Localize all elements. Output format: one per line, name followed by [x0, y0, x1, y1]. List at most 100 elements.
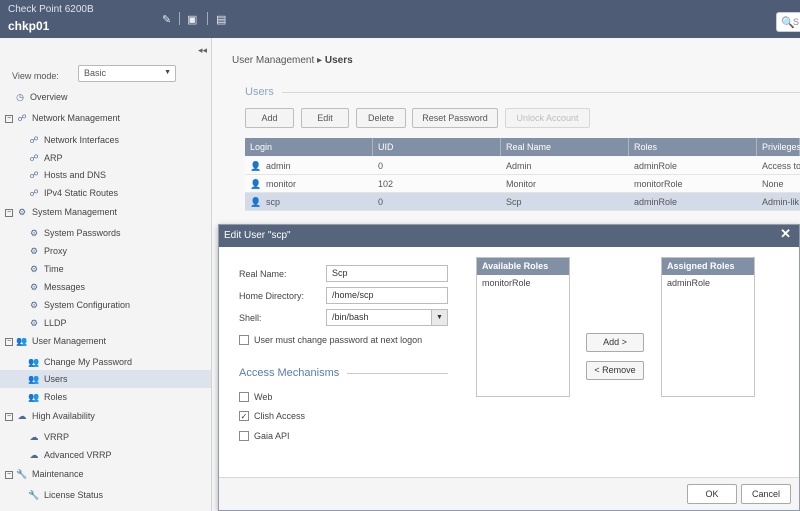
add-role-button[interactable]: Add > [586, 333, 644, 352]
home-directory-field[interactable]: /home/scp [326, 287, 448, 304]
document-icon[interactable]: ▤ [216, 13, 226, 26]
sidebar-item-system-management[interactable]: − ⚙ System Management [5, 203, 117, 221]
user-icon: 👤 [250, 179, 262, 189]
sidebar-item-label: System Passwords [44, 228, 121, 238]
sidebar-item-ipv4-static-routes[interactable]: ☍ IPv4 Static Routes [28, 184, 118, 202]
shell-label: Shell: [239, 313, 262, 323]
sidebar-item-label: High Availability [32, 411, 95, 421]
assigned-roles-list: Assigned Roles adminRole [661, 257, 755, 397]
sidebar-item-user-management[interactable]: − 👥 User Management [5, 332, 106, 350]
clish-access-checkbox[interactable]: ✓ [239, 411, 249, 421]
sidebar-item-overview[interactable]: ◷ Overview [14, 88, 67, 106]
network-icon: ☍ [17, 113, 27, 123]
dialog-title: Edit User "scp" [219, 225, 799, 247]
table-row[interactable]: 👤 monitor 102 Monitor monitorRole None [245, 175, 800, 193]
terminal-icon[interactable]: ▣ [187, 13, 197, 26]
column-header-real-name[interactable]: Real Name [501, 138, 629, 156]
cell-roles: adminRole [634, 161, 678, 171]
cloud-icon: ☁ [17, 411, 27, 421]
search-input[interactable]: 🔍 S [776, 12, 800, 32]
close-icon[interactable]: ✕ [780, 226, 791, 242]
wrench-icon[interactable]: ✎ [162, 13, 171, 26]
column-header-uid[interactable]: UID [373, 138, 501, 156]
host-name: chkp01 [8, 19, 50, 33]
add-user-button[interactable]: Add [245, 108, 294, 128]
sidebar-item-roles[interactable]: 👥 Roles [28, 388, 67, 406]
column-header-privileges[interactable]: Privileges [757, 138, 800, 156]
cell-roles: adminRole [634, 197, 678, 207]
gear-icon: ⚙ [29, 228, 39, 238]
network-icon: ☍ [29, 170, 39, 180]
real-name-field[interactable]: Scp [326, 265, 448, 282]
sidebar-item-label: Network Management [32, 113, 121, 123]
list-item[interactable]: adminRole [662, 275, 754, 292]
must-change-password-checkbox[interactable] [239, 335, 249, 345]
sidebar-item-messages[interactable]: ⚙ Messages [28, 278, 85, 296]
sidebar-item-label: ARP [44, 153, 63, 163]
cell-login: 👤 admin [245, 157, 373, 175]
users-icon: 👥 [28, 357, 40, 367]
sidebar-item-hosts-dns[interactable]: ☍ Hosts and DNS [28, 166, 106, 184]
clish-access-label: Clish Access [254, 411, 306, 421]
breadcrumb-parent[interactable]: User Management [232, 55, 314, 66]
collapse-sidebar-icon[interactable]: ◂◂ [198, 45, 207, 56]
sidebar-item-high-availability[interactable]: − ☁ High Availability [5, 407, 95, 425]
cell-privileges: Access to [762, 161, 800, 171]
sidebar-item-system-passwords[interactable]: ⚙ System Passwords [28, 224, 121, 242]
sidebar-item-label: VRRP [44, 432, 70, 442]
collapse-toggle-icon[interactable]: − [5, 470, 13, 479]
sidebar-item-arp[interactable]: ☍ ARP [28, 149, 63, 167]
column-header-roles[interactable]: Roles [629, 138, 757, 156]
view-mode-select[interactable]: Basic ▼ [78, 65, 176, 82]
cell-real-name: Scp [506, 197, 522, 207]
sidebar-item-maintenance[interactable]: − 🔧 Maintenance [5, 465, 84, 483]
sidebar-item-network-management[interactable]: − ☍ Network Management [5, 109, 120, 127]
sidebar-item-proxy[interactable]: ⚙ Proxy [28, 242, 67, 260]
sidebar-item-label: Roles [44, 392, 68, 402]
cell-real-name: Admin [506, 161, 532, 171]
sidebar-item-time[interactable]: ⚙ Time [28, 260, 64, 278]
assigned-roles-header: Assigned Roles [662, 258, 754, 275]
sidebar-item-label: Change My Password [44, 357, 133, 367]
users-icon: 👥 [28, 392, 40, 402]
sidebar-item-vrrp[interactable]: ☁ VRRP [28, 428, 70, 446]
gaia-api-label: Gaia API [254, 431, 290, 441]
search-placeholder: S [793, 17, 800, 27]
sidebar-item-users[interactable]: 👥 Users [0, 370, 211, 388]
sidebar-item-lldp[interactable]: ⚙ LLDP [28, 314, 67, 332]
collapse-toggle-icon[interactable]: − [5, 208, 13, 217]
sidebar-item-advanced-vrrp[interactable]: ☁ Advanced VRRP [28, 446, 112, 464]
ok-button[interactable]: OK [687, 484, 737, 504]
collapse-toggle-icon[interactable]: − [5, 337, 13, 346]
table-row[interactable]: 👤 scp 0 Scp adminRole Admin-lik [245, 193, 800, 211]
breadcrumb: User Management ▸ Users [232, 55, 353, 66]
cancel-button[interactable]: Cancel [741, 484, 791, 504]
web-access-checkbox[interactable] [239, 392, 249, 402]
gaia-api-checkbox[interactable] [239, 431, 249, 441]
collapse-toggle-icon[interactable]: − [5, 412, 13, 421]
column-header-login[interactable]: Login [245, 138, 373, 156]
reset-password-button[interactable]: Reset Password [412, 108, 498, 128]
cell-privileges: None [762, 179, 784, 189]
view-mode-label: View mode: [12, 71, 59, 81]
dialog-footer: OK Cancel [219, 477, 799, 510]
unlock-account-button: Unlock Account [505, 108, 590, 128]
remove-role-button[interactable]: < Remove [586, 361, 644, 380]
shell-select[interactable]: /bin/bash ▼ [326, 309, 448, 326]
cell-real-name: Monitor [506, 179, 537, 189]
collapse-toggle-icon[interactable]: − [5, 114, 13, 123]
gear-icon: ⚙ [29, 282, 39, 292]
edit-user-button[interactable]: Edit [301, 108, 349, 128]
list-item[interactable]: monitorRole [477, 275, 569, 292]
table-row[interactable]: 👤 admin 0 Admin adminRole Access to [245, 157, 800, 175]
sidebar-item-label: LLDP [44, 318, 67, 328]
sidebar: ◂◂ View mode: Basic ▼ ◷ Overview − ☍ Networ… [0, 38, 212, 511]
sidebar-item-network-interfaces[interactable]: ☍ Network Interfaces [28, 131, 119, 149]
sidebar-item-change-my-password[interactable]: 👥 Change My Password [28, 353, 132, 371]
delete-user-button[interactable]: Delete [356, 108, 406, 128]
sidebar-item-label: Advanced VRRP [44, 450, 112, 460]
users-icon: 👥 [16, 336, 28, 346]
gear-icon: ⚙ [29, 318, 39, 328]
sidebar-item-license-status[interactable]: 🔧 License Status [28, 486, 103, 504]
sidebar-item-system-configuration[interactable]: ⚙ System Configuration [28, 296, 130, 314]
